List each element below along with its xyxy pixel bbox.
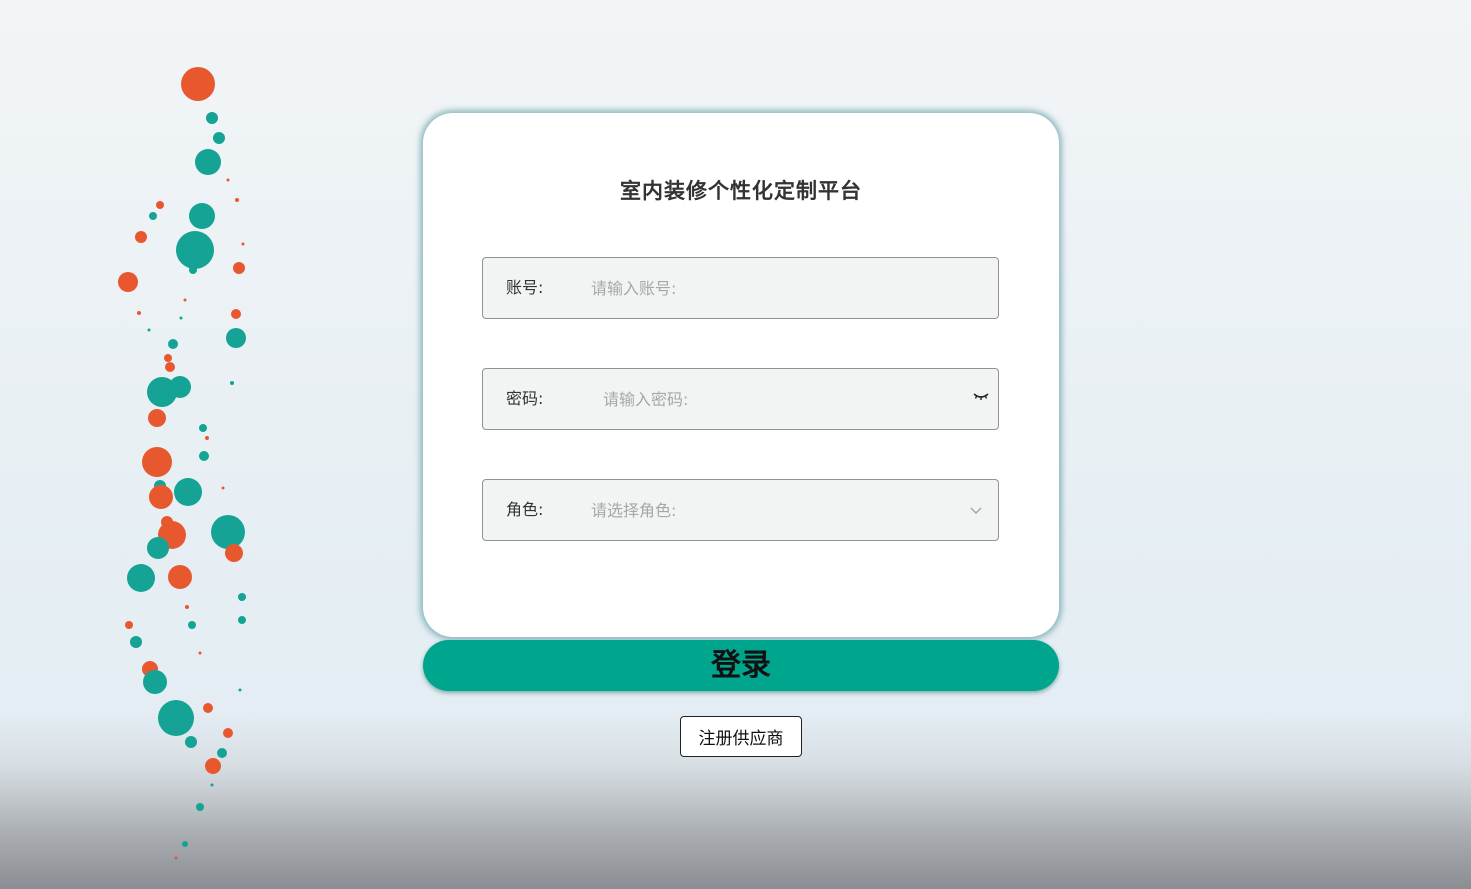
bubble-decoration xyxy=(118,67,246,860)
login-button[interactable]: 登录 xyxy=(423,640,1059,691)
password-label: 密码: xyxy=(506,389,544,408)
page-title: 室内装修个性化定制平台 xyxy=(620,179,862,203)
role-select[interactable]: 角色: xyxy=(482,479,999,541)
bubble-particles xyxy=(118,67,246,860)
eye-closed-icon[interactable] xyxy=(972,387,990,405)
role-input[interactable] xyxy=(591,490,951,530)
account-input[interactable] xyxy=(591,268,981,308)
account-field[interactable]: 账号: xyxy=(482,257,999,319)
role-label: 角色: xyxy=(506,500,544,519)
register-supplier-button[interactable]: 注册供应商 xyxy=(680,716,802,757)
chevron-down-icon[interactable] xyxy=(968,502,984,518)
password-field[interactable]: 密码: xyxy=(482,368,999,430)
password-input[interactable] xyxy=(603,379,963,419)
login-card: 室内装修个性化定制平台 账号: 密码: 角色: xyxy=(423,113,1059,637)
account-label: 账号: xyxy=(506,278,544,297)
